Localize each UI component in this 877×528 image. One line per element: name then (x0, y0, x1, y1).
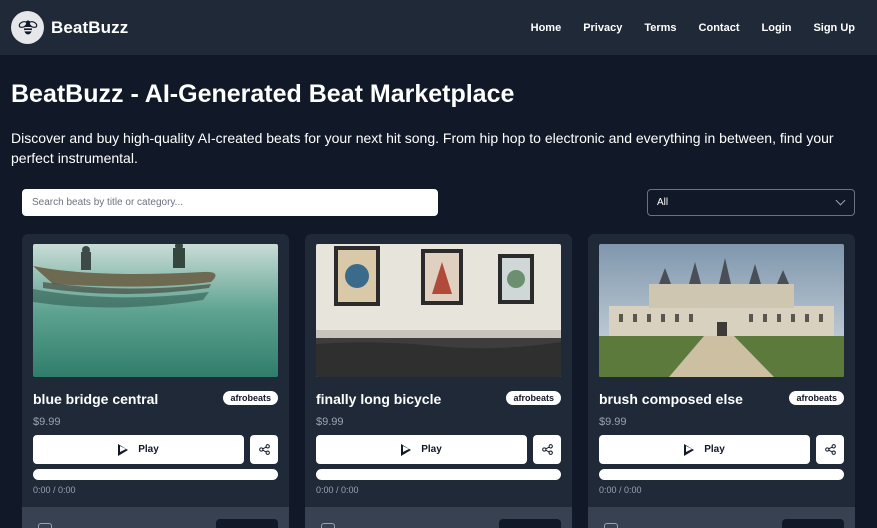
beat-cover-image (599, 244, 844, 377)
nav-terms-link[interactable]: Terms (644, 22, 676, 34)
card-footer (588, 507, 855, 528)
play-icon (118, 443, 129, 456)
brand-name: BeatBuzz (51, 17, 129, 37)
chevron-down-icon (835, 195, 846, 206)
page-description: Discover and buy high-quality AI-created… (11, 130, 834, 166)
category-select[interactable]: All (647, 189, 855, 216)
share-icon (541, 444, 553, 455)
like-icon[interactable] (604, 523, 618, 528)
beat-title: blue bridge central (33, 391, 159, 407)
card-footer (22, 507, 289, 528)
playback-time: 0:00 / 0:00 (316, 485, 359, 495)
category-select-value: All (657, 197, 669, 208)
play-button[interactable]: Play (33, 435, 244, 464)
buy-button[interactable] (216, 519, 278, 528)
play-label: Play (704, 444, 725, 455)
bee-icon (11, 11, 44, 44)
nav-contact-link[interactable]: Contact (699, 22, 740, 34)
search-input[interactable] (22, 189, 438, 216)
category-badge: afrobeats (789, 391, 844, 405)
beat-price: $9.99 (33, 416, 61, 428)
play-label: Play (421, 444, 442, 455)
like-icon[interactable] (321, 523, 335, 528)
share-button[interactable] (816, 435, 844, 464)
nav-home-link[interactable]: Home (531, 22, 562, 34)
card-footer (305, 507, 572, 528)
beat-cover-image (33, 244, 278, 377)
playback-time: 0:00 / 0:00 (33, 485, 76, 495)
nav-signup-link[interactable]: Sign Up (813, 22, 855, 34)
nav-links: Home Privacy Terms Contact Login Sign Up (531, 22, 866, 34)
navbar: BeatBuzz Home Privacy Terms Contact Logi… (0, 0, 877, 55)
like-icon[interactable] (38, 523, 52, 528)
play-button[interactable]: Play (316, 435, 527, 464)
share-button[interactable] (250, 435, 278, 464)
share-icon (258, 444, 270, 455)
play-icon (401, 443, 412, 456)
progress-bar[interactable] (599, 469, 844, 480)
nav-privacy-link[interactable]: Privacy (583, 22, 622, 34)
beat-title: finally long bicycle (316, 391, 442, 407)
share-icon (824, 444, 836, 455)
progress-bar[interactable] (33, 469, 278, 480)
beat-card: finally long bicycle afrobeats $9.99 Pla… (305, 234, 572, 528)
buy-button[interactable] (782, 519, 844, 528)
beat-card: brush composed else afrobeats $9.99 Play… (588, 234, 855, 528)
beat-price: $9.99 (316, 416, 344, 428)
share-button[interactable] (533, 435, 561, 464)
page-title: BeatBuzz - AI-Generated Beat Marketplace (11, 80, 515, 108)
beat-price: $9.99 (599, 416, 627, 428)
beat-title: brush composed else (599, 391, 743, 407)
brand[interactable]: BeatBuzz (11, 11, 128, 44)
beat-cover-image (316, 244, 561, 377)
category-badge: afrobeats (506, 391, 561, 405)
nav-login-link[interactable]: Login (762, 22, 792, 34)
play-label: Play (138, 444, 159, 455)
play-button[interactable]: Play (599, 435, 810, 464)
category-badge: afrobeats (223, 391, 278, 405)
beat-card: blue bridge central afrobeats $9.99 Play… (22, 234, 289, 528)
buy-button[interactable] (499, 519, 561, 528)
progress-bar[interactable] (316, 469, 561, 480)
playback-time: 0:00 / 0:00 (599, 485, 642, 495)
play-icon (684, 443, 695, 456)
